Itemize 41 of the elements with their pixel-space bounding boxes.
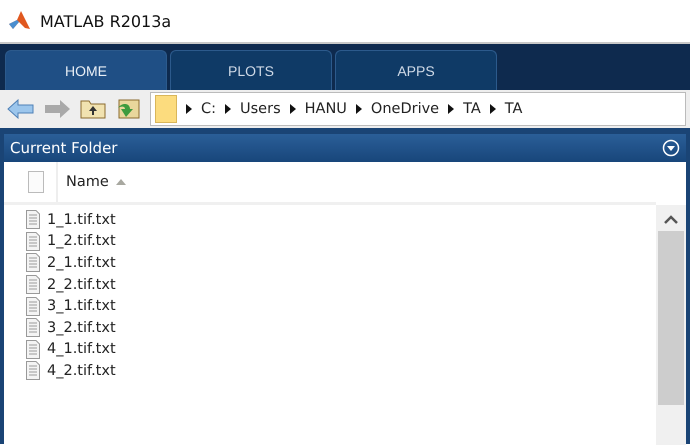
path-segment[interactable]: C:: [201, 101, 216, 117]
text-file-icon: [26, 318, 40, 338]
text-file-icon: [26, 210, 40, 230]
text-file-icon: [26, 361, 40, 380]
text-file-icon: [26, 275, 40, 294]
path-segment[interactable]: Users: [240, 101, 281, 117]
column-header[interactable]: Name: [66, 174, 109, 190]
path-segment[interactable]: HANU: [304, 101, 347, 117]
scroll-up-icon[interactable]: [664, 215, 678, 225]
text-file-icon: [26, 253, 40, 272]
path-segment[interactable]: TA: [463, 101, 481, 117]
file-name[interactable]: 3_1.tif.txt: [47, 298, 116, 314]
separator-icon: [356, 104, 362, 114]
file-name[interactable]: 1_1.tif.txt: [47, 212, 116, 228]
text-file-icon: [26, 340, 40, 359]
folder-icon: [155, 95, 177, 123]
path-segment[interactable]: TA: [504, 101, 522, 117]
scrollbar[interactable]: [656, 205, 686, 445]
file-name[interactable]: 1_2.tif.txt: [47, 233, 116, 250]
ribbon-tab[interactable]: APPS: [335, 50, 497, 90]
separator-icon: [490, 104, 496, 114]
file-name[interactable]: 4_1.tif.txt: [47, 341, 116, 358]
separator-icon: [225, 104, 232, 114]
panel-menu-icon[interactable]: [662, 139, 680, 157]
scroll-thumb[interactable]: [658, 231, 684, 405]
panel-title: Current Folder: [10, 139, 118, 157]
file-type-column-icon: [28, 171, 44, 193]
ribbon-tab[interactable]: PLOTS: [170, 50, 332, 90]
back-arrow-icon[interactable]: [6, 96, 36, 122]
window-title: MATLAB R2013a: [40, 12, 172, 30]
ribbon-tab[interactable]: HOME: [5, 50, 167, 90]
separator-icon: [290, 104, 296, 114]
file-name[interactable]: 3_2.tif.txt: [47, 320, 116, 336]
separator-icon: [448, 104, 454, 114]
text-file-icon: [26, 296, 40, 316]
text-file-icon: [26, 232, 40, 251]
file-name[interactable]: 2_1.tif.txt: [47, 254, 116, 271]
separator-icon: [186, 104, 192, 114]
file-name[interactable]: 2_2.tif.txt: [47, 276, 116, 293]
file-name[interactable]: 4_2.tif.txt: [47, 362, 116, 379]
path-segment[interactable]: OneDrive: [370, 101, 440, 117]
